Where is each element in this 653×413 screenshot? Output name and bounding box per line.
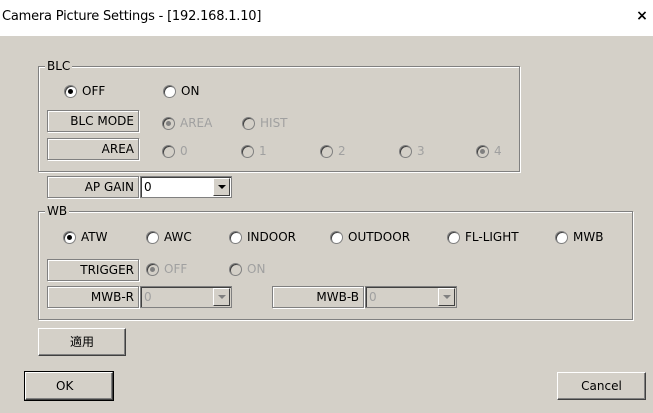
wb-mode-label: ATW xyxy=(81,230,108,244)
mwb-b-label: MWB-B xyxy=(272,286,364,308)
radio-icon xyxy=(146,230,159,244)
radio-icon xyxy=(241,144,254,158)
blc-mode-hist-radio[interactable]: HIST xyxy=(242,115,288,131)
mwb-b-select[interactable]: 0 xyxy=(365,286,457,308)
wb-mode-label: FL-LIGHT xyxy=(465,230,519,244)
ap-gain-select[interactable]: 0 xyxy=(140,176,232,198)
blc-area-option-label: 2 xyxy=(338,144,346,158)
mwb-r-value: 0 xyxy=(144,290,152,304)
wb-mode-label: INDOOR xyxy=(247,230,296,244)
trigger-on-radio[interactable]: ON xyxy=(229,261,265,277)
blc-mode-label: BLC MODE xyxy=(47,110,139,132)
ap-gain-value: 0 xyxy=(144,180,152,194)
radio-icon xyxy=(399,144,412,158)
radio-icon xyxy=(447,230,460,244)
radio-checked-icon xyxy=(476,144,489,158)
apply-button[interactable]: 適用 xyxy=(38,328,126,356)
mwb-b-value: 0 xyxy=(369,290,377,304)
title-bar: Camera Picture Settings - [192.168.1.10]… xyxy=(0,0,653,36)
blc-area-1-radio[interactable]: 1 xyxy=(241,143,267,159)
trigger-label: TRIGGER xyxy=(47,259,139,281)
radio-checked-icon xyxy=(63,230,76,244)
blc-area-option-label: 0 xyxy=(180,144,188,158)
radio-checked-icon xyxy=(146,262,159,276)
radio-checked-icon xyxy=(64,84,77,98)
blc-area-2-radio[interactable]: 2 xyxy=(320,143,346,159)
radio-icon xyxy=(163,84,176,98)
radio-icon xyxy=(320,144,333,158)
blc-area-label: AREA xyxy=(47,138,139,160)
radio-icon xyxy=(555,230,568,244)
radio-icon xyxy=(229,230,242,244)
blc-off-radio[interactable]: OFF xyxy=(64,83,105,99)
window-title: Camera Picture Settings - [192.168.1.10] xyxy=(2,9,262,24)
ok-button[interactable]: OK xyxy=(24,371,114,401)
wb-awc-radio[interactable]: AWC xyxy=(146,229,192,245)
radio-icon xyxy=(162,144,175,158)
ap-gain-label: AP GAIN xyxy=(47,176,139,198)
blc-mode-area-radio[interactable]: AREA xyxy=(162,115,212,131)
blc-legend: BLC xyxy=(45,59,73,73)
wb-mode-label: MWB xyxy=(573,230,604,244)
blc-mode-hist-label: HIST xyxy=(260,116,288,130)
blc-area-3-radio[interactable]: 3 xyxy=(399,143,425,159)
wb-fl-light-radio[interactable]: FL-LIGHT xyxy=(447,229,519,245)
blc-area-option-label: 4 xyxy=(494,144,502,158)
wb-atw-radio[interactable]: ATW xyxy=(63,229,107,245)
mwb-r-select[interactable]: 0 xyxy=(140,286,232,308)
blc-on-label: ON xyxy=(181,84,200,98)
wb-indoor-radio[interactable]: INDOOR xyxy=(229,229,296,245)
close-icon[interactable]: × xyxy=(635,8,649,24)
trigger-on-label: ON xyxy=(247,262,266,276)
blc-area-4-radio[interactable]: 4 xyxy=(476,143,502,159)
cancel-button[interactable]: Cancel xyxy=(557,372,646,400)
wb-mwb-radio[interactable]: MWB xyxy=(555,229,603,245)
camera-settings-dialog: Camera Picture Settings - [192.168.1.10]… xyxy=(0,0,653,413)
chevron-down-icon[interactable] xyxy=(438,288,455,306)
blc-area-option-label: 3 xyxy=(417,144,425,158)
mwb-r-label: MWB-R xyxy=(47,286,139,308)
chevron-down-icon[interactable] xyxy=(213,288,230,306)
blc-off-label: OFF xyxy=(82,84,106,98)
blc-area-option-label: 1 xyxy=(259,144,267,158)
blc-area-0-radio[interactable]: 0 xyxy=(162,143,188,159)
radio-checked-icon xyxy=(162,116,175,130)
blc-on-radio[interactable]: ON xyxy=(163,83,199,99)
wb-mode-label: OUTDOOR xyxy=(348,230,411,244)
wb-legend: WB xyxy=(45,204,70,218)
trigger-off-radio[interactable]: OFF xyxy=(146,261,187,277)
wb-outdoor-radio[interactable]: OUTDOOR xyxy=(330,229,410,245)
wb-mode-label: AWC xyxy=(164,230,192,244)
radio-icon xyxy=(242,116,255,130)
chevron-down-icon[interactable] xyxy=(213,178,230,196)
radio-icon xyxy=(330,230,343,244)
trigger-off-label: OFF xyxy=(164,262,188,276)
blc-mode-area-label: AREA xyxy=(180,116,213,130)
radio-icon xyxy=(229,262,242,276)
